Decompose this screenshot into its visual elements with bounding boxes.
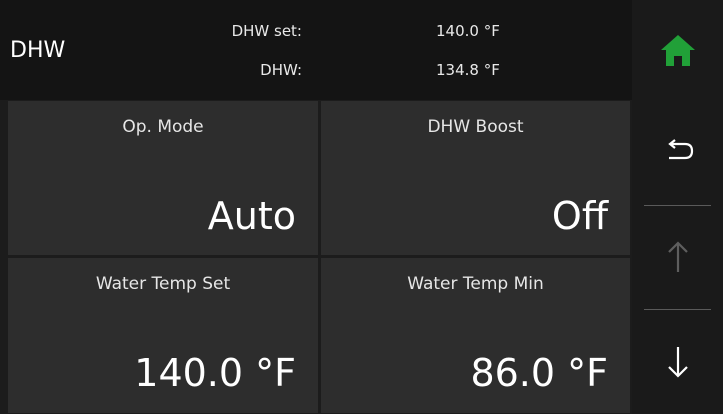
back-button[interactable] [632,100,723,204]
return-arrow-icon [667,139,693,160]
dhw-set-label: DHW set: [231,22,302,40]
op-mode-value: Auto [207,194,296,238]
water-temp-set-tile[interactable]: Water Temp Set 140.0 °F [8,258,318,413]
dhw-set-value: 140.0 °F [436,22,500,40]
arrow-up-icon [667,241,688,272]
home-icon [660,35,695,66]
water-temp-set-value: 140.0 °F [134,351,296,395]
dhw-label: DHW: [260,61,302,79]
water-temp-min-label: Water Temp Min [407,274,544,294]
arrow-down-icon [667,347,688,378]
op-mode-tile[interactable]: Op. Mode Auto [8,101,318,255]
water-temp-min-tile[interactable]: Water Temp Min 86.0 °F [321,258,630,413]
op-mode-label: Op. Mode [122,117,204,137]
dhw-boost-label: DHW Boost [427,117,524,137]
home-button[interactable] [632,0,723,100]
scroll-up-button[interactable] [632,206,723,308]
header: DHW DHW set: 140.0 °F DHW: 134.8 °F [0,0,632,100]
water-temp-set-label: Water Temp Set [95,274,231,294]
water-temp-min-value: 86.0 °F [470,351,608,395]
nav-sidebar [632,0,723,414]
dhw-boost-value: Off [551,194,608,238]
scroll-down-button[interactable] [632,310,723,414]
dhw-value: 134.8 °F [436,61,500,79]
page-title: DHW [10,38,66,63]
dhw-boost-tile[interactable]: DHW Boost Off [321,101,630,255]
dhw-screen: DHW DHW set: 140.0 °F DHW: 134.8 °F Op. … [0,0,723,414]
settings-grid: Op. Mode Auto DHW Boost Off Water Temp S… [8,101,630,413]
